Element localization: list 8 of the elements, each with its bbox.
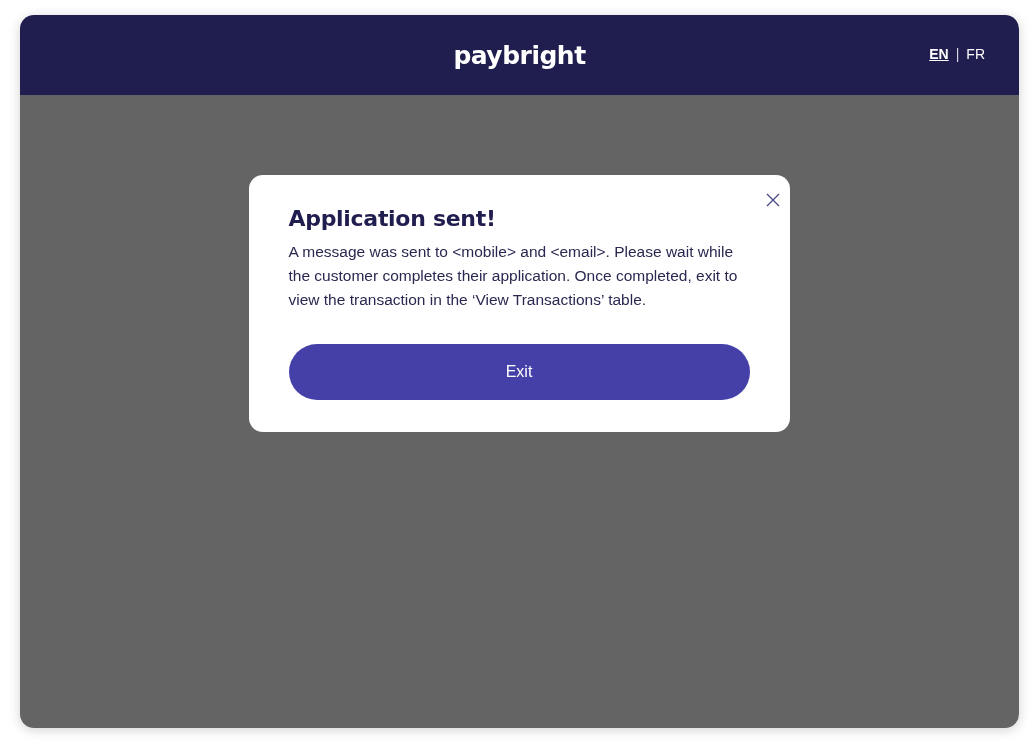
close-icon[interactable] bbox=[765, 193, 780, 207]
dialog-message: A message was sent to <mobile> and <email>. Please wait while the customer completes their application. Once completed, exit to view the transaction in the ‘View Transactions’ table. bbox=[288, 242, 739, 310]
logo: paybright bbox=[453, 40, 586, 70]
language-link[interactable]: FR bbox=[966, 46, 985, 62]
dialog-title: Application sent! bbox=[288, 206, 497, 231]
exit-button[interactable]: Exit bbox=[288, 344, 750, 400]
language-link[interactable]: EN bbox=[929, 46, 949, 62]
separator: | bbox=[955, 46, 960, 62]
